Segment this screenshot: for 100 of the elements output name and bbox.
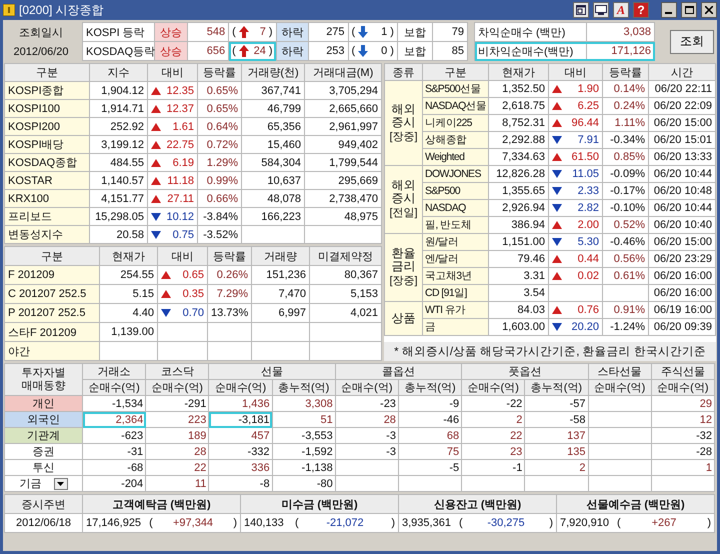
table-cell: 1,352.50 [488,80,548,98]
query-button[interactable]: 조회 [670,30,714,54]
window-title: [0200] 시장종합 [19,2,104,18]
row-label: 개인 [4,396,82,412]
column-header: 순매수(억) [335,380,398,396]
table-cell: 0.85% [602,148,648,166]
table-cell: 20.20 [571,321,599,333]
table-cell: 949,402 [304,136,382,154]
toolbar-button[interactable]: ? [633,2,649,18]
table-cell: 3,199.12 [90,136,148,154]
table-cell: 0.76 [578,304,599,316]
table-cell: -1,138 [272,460,336,476]
row-label: 기관계 [4,428,82,444]
table-cell: 0.66% [198,190,242,208]
column-header: 순매수(억) [146,380,209,396]
table-cell: 79.46 [488,250,548,268]
table-cell: -23 [335,396,398,412]
table-cell: 스타F 201209 [4,322,100,342]
table-cell: 2,738,470 [304,190,382,208]
change-text: +97,344 [172,517,214,529]
layout-icon[interactable] [573,2,589,18]
table-cell: 0.91% [602,302,648,318]
table-cell: 0.24% [602,98,648,114]
table-cell: 상해종합 [422,132,488,148]
table-cell: 06/20 10:44 [648,200,716,216]
table-cell: 현재가 [488,64,548,80]
table-cell: 시간 [648,64,716,80]
table-cell: KOSPI100 [4,100,90,118]
down-arrow-icon [358,45,368,57]
table-cell: 1.90 [578,83,599,95]
table-cell: F 201209 [4,266,100,284]
table-cell: 0.26% [208,266,252,284]
table-cell: 엔/달러 [422,250,488,268]
column-header: 코스닥 [146,364,209,380]
table-cell: 06/20 10:44 [648,166,716,182]
table-cell: KOSPI종합 [4,82,90,100]
column-header: 순매수(억) [651,380,714,396]
column-header: 고객예탁금 (백만원) [82,494,240,514]
table-cell: 11.18 [167,174,194,186]
table-cell: 미결제약정 [310,246,382,266]
table-cell: 1,140.57 [90,172,148,190]
amount-text: 3,935,361 [402,517,451,529]
table-cell: 하락 [276,42,309,60]
table-cell: 2,292.88 [488,132,548,148]
maximize-button[interactable] [681,2,697,18]
table-cell: KOSPI200 [4,118,90,136]
table-cell: 84.03 [488,302,548,318]
table-cell: 06/20 22:11 [648,80,716,98]
down-arrow-icon [358,26,368,38]
table-cell: 275 [308,22,348,42]
window-icon[interactable] [593,2,609,18]
column-header: 주식선물 [651,364,714,380]
table-cell: -0.09% [602,166,648,182]
table-cell: -332 [208,444,272,460]
table-cell: 2,618.75 [488,98,548,114]
caret-icon [57,482,64,486]
close-button[interactable] [701,2,717,18]
table-cell: 06/20 23:29 [648,250,716,268]
table-cell: -0.46% [602,234,648,250]
table-cell: 367,741 [242,82,304,100]
table-cell: 10.12 [166,210,194,222]
table-cell: 보합 [397,42,432,60]
table-cell: 2,665,660 [304,100,382,118]
count-text: 1 [380,26,388,38]
table-cell: -46 [398,412,462,428]
table-cell: 0.02 [578,270,599,282]
table-cell: 12 [651,412,714,428]
table-cell: -68 [82,460,146,476]
table-cell: 4,021 [310,304,382,322]
column-header: 순매수(억) [82,380,146,396]
table-cell: -3,553 [272,428,336,444]
table-cell: 06/20 22:09 [648,98,716,114]
group-label: 상품 [392,312,416,325]
table-cell: 0.64% [198,118,242,136]
table-cell: KRX100 [4,190,90,208]
table-cell: 0.72% [198,136,242,154]
table-cell: 하락 [276,22,309,42]
table-cell: 2012/06/18 [4,514,82,532]
table-cell: 대비 [148,64,198,82]
table-cell: 68 [398,428,462,444]
toolbar-button[interactable]: A [613,2,629,18]
table-cell: 295,669 [304,172,382,190]
table-cell: 6,997 [252,304,310,322]
table-cell: 252.92 [90,118,148,136]
table-cell: DOWJONES [422,166,488,182]
table-cell: 4.40 [100,304,158,322]
table-cell: -1.24% [602,318,648,336]
table-cell: 137 [524,428,588,444]
table-cell: 06/20 15:01 [648,132,716,148]
table-cell: 4,151.77 [90,190,148,208]
minimize-button[interactable] [661,2,677,18]
count-text: 24 [252,45,266,57]
table-cell: 8,752.31 [488,114,548,132]
dropdown-button[interactable] [54,478,68,490]
table-cell: 0.70 [182,307,204,319]
table-cell: 135 [524,444,588,460]
table-cell: 06/19 16:00 [648,302,716,318]
table-cell: 3,308 [272,396,336,412]
table-cell: 0.44 [578,253,599,265]
table-cell: -3 [335,444,398,460]
